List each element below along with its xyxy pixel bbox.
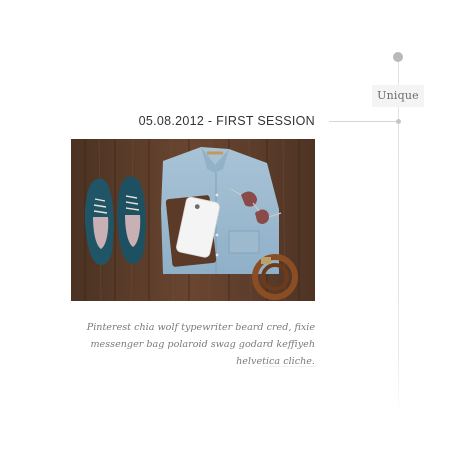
entry-divider — [264, 366, 316, 367]
entry-connector-node — [396, 119, 401, 124]
timeline-tag[interactable]: Unique — [372, 85, 424, 107]
entry-photo-image — [71, 139, 315, 301]
timeline-dot — [393, 52, 403, 62]
entry-caption: Pinterest chia wolf typewriter beard cre… — [86, 322, 315, 367]
timeline-line — [398, 62, 399, 417]
entry-connector-line — [329, 121, 399, 122]
timeline-page: Unique 05.08.2012 - FIRST SESSION Pinter… — [0, 0, 460, 460]
entry-title[interactable]: 05.08.2012 - FIRST SESSION — [71, 111, 315, 131]
entry-photo[interactable] — [71, 139, 315, 301]
